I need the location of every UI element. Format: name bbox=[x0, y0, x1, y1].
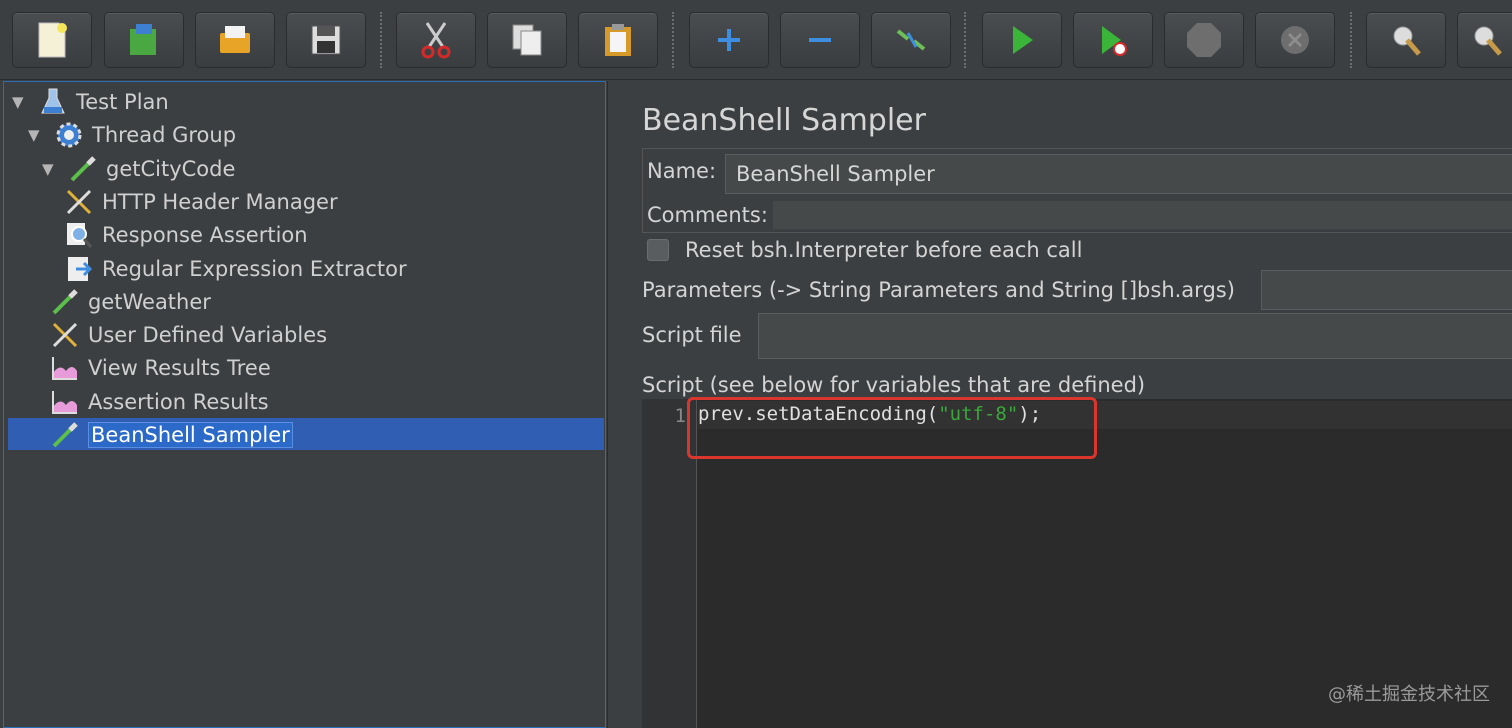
tree-item[interactable]: ▼ Test Plan bbox=[12, 86, 169, 118]
graph-icon bbox=[50, 387, 80, 417]
line-number: 1 bbox=[674, 405, 686, 427]
tree-item-label: Response Assertion bbox=[102, 223, 308, 248]
split-pane-divider[interactable] bbox=[607, 81, 621, 728]
expand-arrow-icon[interactable]: ▼ bbox=[12, 93, 30, 111]
plus-icon bbox=[718, 29, 740, 51]
tree-item[interactable]: View Results Tree bbox=[50, 352, 271, 384]
parameters-label: Parameters (-> String Parameters and Str… bbox=[642, 278, 1235, 302]
expand-arrow-icon[interactable]: ▼ bbox=[28, 126, 46, 144]
tree-item-label: Assertion Results bbox=[88, 389, 269, 414]
comments-field[interactable] bbox=[773, 201, 1512, 229]
tree-item[interactable]: BeanShell Sampler bbox=[50, 419, 293, 451]
flask-icon bbox=[38, 87, 68, 117]
copy-icon bbox=[512, 24, 542, 56]
script-file-field[interactable] bbox=[758, 313, 1512, 359]
script-file-label: Script file bbox=[642, 323, 742, 347]
play-icon bbox=[1013, 26, 1033, 54]
toolbar-separator bbox=[1350, 12, 1352, 68]
paste-button[interactable] bbox=[578, 12, 658, 68]
paste-icon bbox=[605, 24, 631, 56]
templates-icon bbox=[130, 24, 156, 55]
stop-button[interactable] bbox=[1164, 12, 1244, 68]
tree-item-label: getWeather bbox=[88, 289, 211, 314]
tree-item[interactable]: Assertion Results bbox=[50, 386, 269, 418]
start-button[interactable] bbox=[982, 12, 1062, 68]
clear-button[interactable] bbox=[1366, 12, 1446, 68]
pipette-icon bbox=[68, 154, 98, 184]
tree-item-label: Thread Group bbox=[92, 123, 237, 148]
expand-all-button[interactable] bbox=[689, 12, 769, 68]
page-title: BeanShell Sampler bbox=[642, 103, 926, 138]
parameters-field[interactable] bbox=[1261, 270, 1512, 310]
toolbar bbox=[0, 0, 1512, 80]
templates-button[interactable] bbox=[104, 12, 184, 68]
clear-all-button[interactable] bbox=[1457, 12, 1512, 68]
save-button[interactable] bbox=[286, 12, 366, 68]
cut-icon bbox=[421, 22, 451, 59]
tree-item-label: Regular Expression Extractor bbox=[102, 256, 407, 281]
annotation-highlight-box bbox=[687, 397, 1097, 459]
pipette-icon bbox=[50, 287, 80, 317]
tree-item-label: View Results Tree bbox=[88, 356, 271, 381]
tree-item[interactable]: ▼ getCityCode bbox=[42, 153, 235, 185]
broom-icon bbox=[1393, 26, 1421, 56]
reset-interpreter-row: Reset bsh.Interpreter before each call bbox=[647, 238, 1082, 262]
new-button[interactable] bbox=[12, 12, 92, 68]
tree-item-label: Test Plan bbox=[76, 90, 169, 114]
open-folder-icon bbox=[220, 26, 250, 53]
sampler-editor-panel: BeanShell Sampler Name: Comments: Reset … bbox=[621, 81, 1512, 728]
reset-interpreter-checkbox[interactable] bbox=[647, 239, 669, 261]
test-plan-tree: ▼ Test Plan ▼ Thread Group ▼ getCityCode HTTP … bbox=[3, 81, 606, 728]
cut-button[interactable] bbox=[396, 12, 476, 68]
toolbar-separator bbox=[380, 12, 382, 68]
comments-label: Comments: bbox=[647, 203, 768, 227]
toggle-icon bbox=[896, 29, 926, 51]
tree-item-label: getCityCode bbox=[106, 156, 236, 181]
tree-item[interactable]: Regular Expression Extractor bbox=[64, 253, 407, 285]
name-label: Name: bbox=[647, 159, 717, 183]
tree-item[interactable]: getWeather bbox=[50, 286, 211, 318]
tree-item-label: BeanShell Sampler bbox=[88, 422, 293, 448]
open-button[interactable] bbox=[195, 12, 275, 68]
tree-item[interactable]: ▼ Thread Group bbox=[28, 119, 236, 151]
script-label: Script (see below for variables that are… bbox=[642, 373, 1146, 397]
copy-button[interactable] bbox=[487, 12, 567, 68]
play-no-timers-icon bbox=[1102, 26, 1127, 56]
watermark: @稀土掘金技术社区 bbox=[1328, 684, 1490, 705]
new-file-icon bbox=[38, 22, 67, 58]
toggle-button[interactable] bbox=[871, 12, 951, 68]
magnifier-icon bbox=[64, 220, 94, 250]
tree-item[interactable]: HTTP Header Manager bbox=[64, 186, 338, 218]
shutdown-button[interactable] bbox=[1255, 12, 1335, 68]
reset-interpreter-label: Reset bsh.Interpreter before each call bbox=[685, 238, 1083, 262]
broom-all-icon bbox=[1474, 26, 1502, 56]
expand-arrow-icon[interactable]: ▼ bbox=[42, 160, 60, 178]
collapse-all-button[interactable] bbox=[780, 12, 860, 68]
pipette-icon bbox=[50, 420, 80, 450]
shutdown-icon bbox=[1281, 26, 1309, 54]
name-field[interactable] bbox=[725, 154, 1512, 194]
tree-item-label: HTTP Header Manager bbox=[102, 189, 338, 214]
graph-icon bbox=[50, 353, 80, 383]
tools-icon bbox=[64, 187, 94, 217]
toolbar-separator bbox=[672, 12, 674, 68]
tools-icon bbox=[50, 320, 80, 350]
toolbar-separator bbox=[964, 12, 966, 68]
stop-icon bbox=[1187, 23, 1221, 57]
minus-icon bbox=[809, 38, 831, 42]
name-comments-group: Name: Comments: bbox=[642, 148, 1512, 233]
save-icon bbox=[311, 25, 341, 55]
extractor-icon bbox=[64, 254, 94, 284]
tree-item-label: User Defined Variables bbox=[88, 323, 328, 348]
gear-icon bbox=[54, 120, 84, 150]
tree-item[interactable]: Response Assertion bbox=[64, 219, 308, 251]
start-no-pauses-button[interactable] bbox=[1073, 12, 1153, 68]
tree-item[interactable]: User Defined Variables bbox=[50, 319, 327, 351]
